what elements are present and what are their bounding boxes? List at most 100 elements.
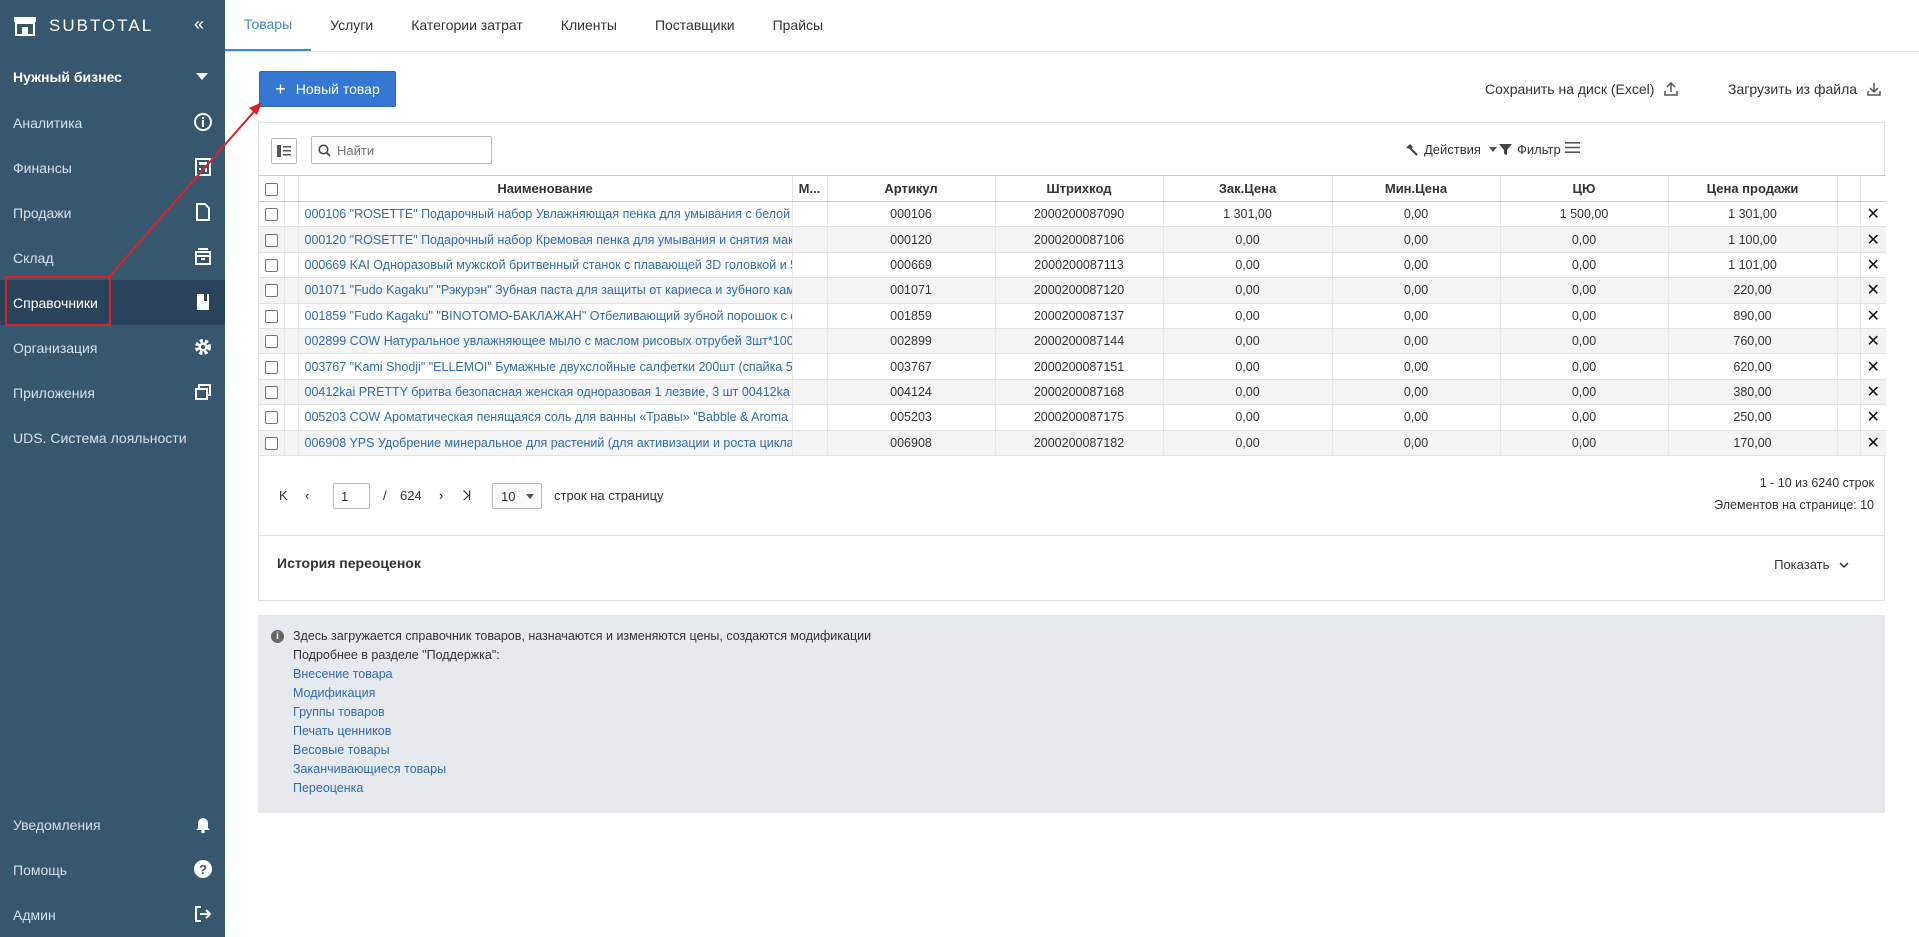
delete-row-cell[interactable]: ✕	[1859, 379, 1886, 406]
tab-suppliers[interactable]: Поставщики	[636, 0, 754, 51]
row-select-cell[interactable]	[259, 328, 284, 355]
table-row[interactable]: 006908 YPS Удобрение минеральное для рас…	[259, 430, 1886, 456]
row-select-cell[interactable]	[259, 252, 284, 279]
row-checkbox[interactable]	[264, 259, 278, 273]
tab-services[interactable]: Услуги	[311, 0, 392, 51]
row-select-cell[interactable]	[259, 277, 284, 304]
header-cyu[interactable]: ЦЮ	[1499, 175, 1668, 202]
app-logo[interactable]: SUBTOTAL «	[0, 0, 225, 52]
sidebar-item-organization[interactable]: Организация	[0, 325, 225, 370]
close-icon[interactable]: ✕	[1867, 308, 1880, 325]
select-all-cell[interactable]	[259, 175, 284, 202]
sidebar-item-help[interactable]: Помощь ?	[0, 847, 225, 892]
row-select-cell[interactable]	[259, 226, 284, 253]
show-history-button[interactable]: Показать	[1774, 557, 1849, 572]
load-from-file-button[interactable]: Загрузить из файла	[1728, 81, 1881, 97]
sidebar-item-sales[interactable]: Продажи	[0, 190, 225, 235]
delete-row-cell[interactable]: ✕	[1859, 277, 1886, 304]
row-select-cell[interactable]	[259, 379, 284, 406]
delete-row-cell[interactable]: ✕	[1859, 201, 1886, 228]
delete-row-cell[interactable]: ✕	[1859, 303, 1886, 329]
delete-row-cell[interactable]: ✕	[1859, 353, 1886, 380]
header-min-price[interactable]: Мин.Цена	[1331, 175, 1500, 202]
save-to-disk-button[interactable]: Сохранить на диск (Excel)	[1485, 81, 1679, 97]
cell-name[interactable]: 001859 "Fudo Kagaku" "BINOTOMO-БАКЛАЖАН"…	[297, 303, 792, 329]
row-select-cell[interactable]	[259, 353, 284, 380]
table-row[interactable]: 000669 KAI Одноразовый мужской бритвенны…	[259, 252, 1886, 279]
link-modification[interactable]: Модификация	[293, 686, 375, 700]
cell-name[interactable]: 003767 "Kami Shodji" "ELLEMOI" Бумажные …	[297, 353, 792, 380]
close-icon[interactable]: ✕	[1867, 333, 1880, 350]
prev-page-icon[interactable]: ‹	[305, 488, 309, 503]
delete-row-cell[interactable]: ✕	[1859, 430, 1886, 456]
tab-clients[interactable]: Клиенты	[542, 0, 636, 51]
link-product-groups[interactable]: Группы товаров	[293, 705, 385, 719]
cell-name[interactable]: 00412kai PRETTY бритва безопасная женска…	[297, 379, 792, 406]
link-add-product[interactable]: Внесение товара	[293, 667, 393, 681]
sidebar-item-uds[interactable]: UDS. Система лояльности	[0, 415, 225, 460]
row-checkbox[interactable]	[264, 360, 278, 374]
next-page-icon[interactable]: ›	[439, 488, 443, 503]
row-select-cell[interactable]	[259, 303, 284, 329]
close-icon[interactable]: ✕	[1867, 282, 1880, 299]
sidebar-item-finance[interactable]: Финансы	[0, 145, 225, 190]
row-select-cell[interactable]	[259, 201, 284, 228]
page-input[interactable]: 1	[333, 483, 370, 509]
close-icon[interactable]: ✕	[1867, 257, 1880, 274]
row-checkbox[interactable]	[264, 335, 278, 349]
cell-name[interactable]: 000669 KAI Одноразовый мужской бритвенны…	[297, 252, 792, 279]
first-page-icon[interactable]: K	[279, 488, 288, 503]
table-row[interactable]: 003767 "Kami Shodji" "ELLEMOI" Бумажные …	[259, 353, 1886, 380]
row-checkbox[interactable]	[264, 386, 278, 400]
close-icon[interactable]: ✕	[1867, 232, 1880, 249]
close-icon[interactable]: ✕	[1867, 409, 1880, 426]
sidebar-item-analytics[interactable]: Аналитика	[0, 100, 225, 145]
row-checkbox[interactable]	[264, 436, 278, 450]
row-select-cell[interactable]	[259, 404, 284, 431]
header-article[interactable]: Артикул	[826, 175, 995, 202]
table-row[interactable]: 002899 COW Натуральное увлажняющее мыло …	[259, 328, 1886, 355]
cell-name[interactable]: 006908 YPS Удобрение минеральное для рас…	[297, 430, 792, 456]
table-row[interactable]: 001071 "Fudo Kagaku" "Рэкурэн" Зубная па…	[259, 277, 1886, 304]
link-running-out[interactable]: Заканчивающиеся товары	[293, 762, 446, 776]
table-row[interactable]: 000120 "ROSETTE" Подарочный набор Кремов…	[259, 226, 1886, 253]
collapse-sidebar-icon[interactable]: «	[194, 14, 206, 35]
header-purchase-price[interactable]: Зак.Цена	[1162, 175, 1332, 202]
column-toggle-button[interactable]	[271, 138, 297, 164]
close-icon[interactable]: ✕	[1867, 206, 1880, 223]
header-m[interactable]: М...	[791, 175, 827, 202]
delete-row-cell[interactable]: ✕	[1859, 404, 1886, 431]
table-row[interactable]: 000106 "ROSETTE" Подарочный набор Увлажн…	[259, 201, 1886, 228]
close-icon[interactable]: ✕	[1867, 359, 1880, 376]
table-row[interactable]: 005203 COW Ароматическая пенящаяся соль …	[259, 404, 1886, 431]
search-box[interactable]	[311, 136, 492, 164]
row-checkbox[interactable]	[264, 309, 278, 323]
table-row[interactable]: 00412kai PRETTY бритва безопасная женска…	[259, 379, 1886, 406]
search-input[interactable]	[337, 142, 477, 158]
row-checkbox[interactable]	[264, 208, 278, 222]
sidebar-item-admin[interactable]: Админ	[0, 892, 225, 937]
link-weight-goods[interactable]: Весовые товары	[293, 743, 390, 757]
sidebar-item-warehouse[interactable]: Склад	[0, 235, 225, 280]
new-product-button[interactable]: + Новый товар	[259, 71, 396, 107]
row-checkbox[interactable]	[264, 284, 278, 298]
table-row[interactable]: 001859 "Fudo Kagaku" "BINOTOMO-БАКЛАЖАН"…	[259, 303, 1886, 329]
header-name[interactable]: Наименование	[297, 175, 792, 202]
delete-row-cell[interactable]: ✕	[1859, 328, 1886, 355]
tab-products[interactable]: Товары	[225, 0, 312, 51]
cell-name[interactable]: 001071 "Fudo Kagaku" "Рэкурэн" Зубная па…	[297, 277, 792, 304]
business-selector[interactable]: Нужный бизнес	[0, 54, 225, 100]
delete-row-cell[interactable]: ✕	[1859, 252, 1886, 279]
row-checkbox[interactable]	[264, 411, 278, 425]
delete-row-cell[interactable]: ✕	[1859, 226, 1886, 253]
select-all-checkbox[interactable]	[264, 183, 278, 197]
tab-expense-categories[interactable]: Категории затрат	[392, 0, 542, 51]
cell-name[interactable]: 002899 COW Натуральное увлажняющее мыло …	[297, 328, 792, 355]
link-print-labels[interactable]: Печать ценников	[293, 724, 391, 738]
last-page-icon[interactable]: ꓘ	[463, 488, 472, 504]
sidebar-item-apps[interactable]: Приложения	[0, 370, 225, 415]
close-icon[interactable]: ✕	[1867, 435, 1880, 452]
row-checkbox[interactable]	[264, 233, 278, 247]
cell-name[interactable]: 000120 "ROSETTE" Подарочный набор Кремов…	[297, 226, 792, 253]
row-select-cell[interactable]	[259, 430, 284, 456]
